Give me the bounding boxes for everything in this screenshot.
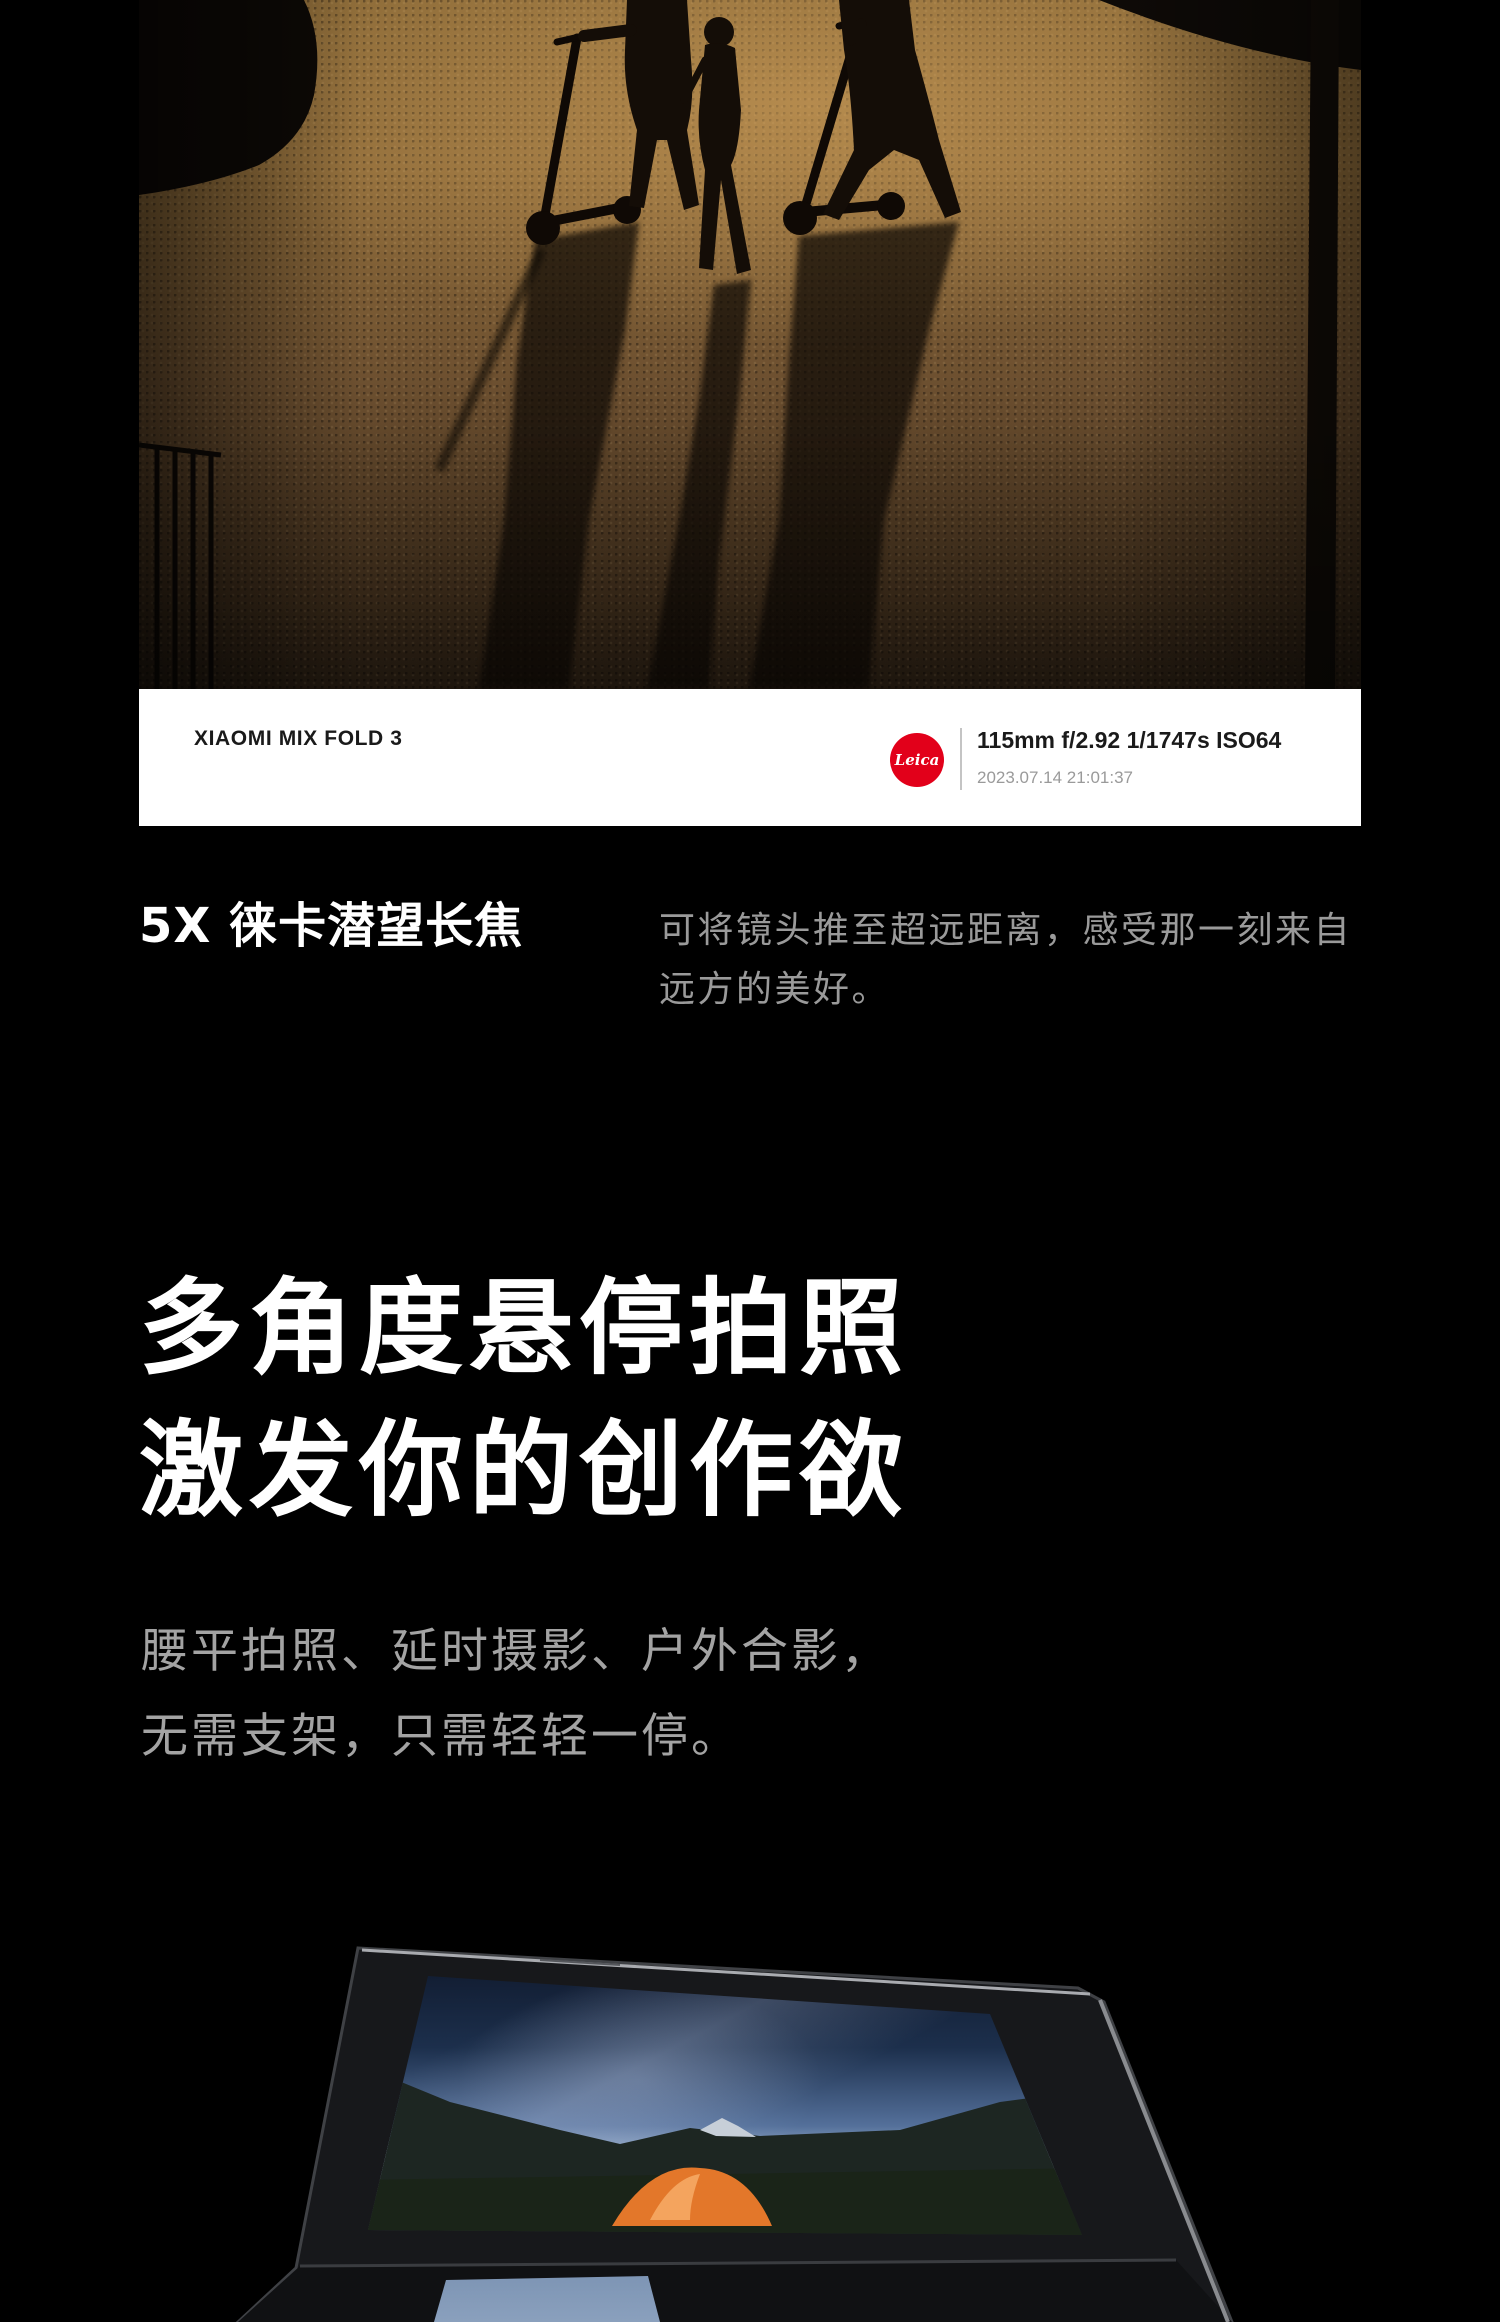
foldable-phone-image (0, 1930, 1500, 2322)
device-highlights (299, 1948, 1230, 2322)
subtitle-line: 无需支架，只需轻轻一停。 (141, 1709, 741, 1764)
section-subtitle: 腰平拍照、延时摄影、户外合影， 无需支架，只需轻轻一停。 (141, 1609, 891, 1779)
headline-line: 多角度悬停拍照 (139, 1267, 910, 1389)
feature-description: 可将镜头推至超远距离，感受那一刻来自 远方的美好。 (659, 901, 1361, 1019)
street-photo (139, 0, 1361, 689)
photo-caption-bar (139, 689, 1361, 826)
leica-logo-icon: Leica (890, 733, 944, 787)
feature-title: 5X 徕卡潜望长焦 (139, 898, 524, 954)
capture-timestamp: 2023.07.14 21:01:37 (977, 768, 1133, 787)
photo-vignette (139, 0, 1361, 689)
headline-line: 激发你的创作欲 (139, 1409, 910, 1531)
leica-logo-lettering: Leica (894, 751, 940, 769)
subtitle-line: 腰平拍照、延时摄影、户外合影， (141, 1624, 891, 1679)
frame-top-edge (361, 1948, 1091, 1996)
section-headline: 多角度悬停拍照 激发你的创作欲 (139, 1257, 909, 1541)
feature-description-line: 可将镜头推至超远距离，感受那一刻来自 (659, 910, 1353, 951)
feature-description-line: 远方的美好。 (659, 969, 891, 1010)
fold-hinge (299, 2258, 1177, 2268)
frame-right-edge (1098, 1999, 1230, 2322)
caption-divider (960, 728, 962, 790)
exif-settings: 115mm f/2.92 1/1747s ISO64 (977, 727, 1282, 753)
camera-device-name: XIAOMI MIX FOLD 3 (194, 727, 403, 750)
